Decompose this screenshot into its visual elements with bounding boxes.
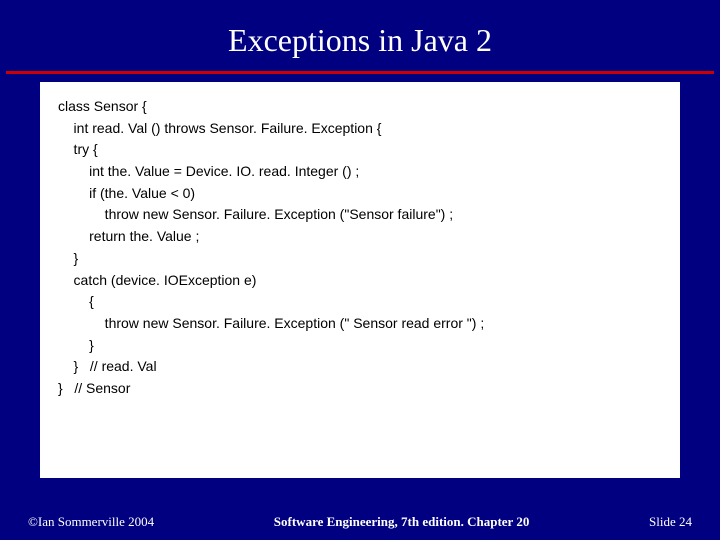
- code-line: int read. Val () throws Sensor. Failure.…: [58, 118, 662, 140]
- code-line: int the. Value = Device. IO. read. Integ…: [58, 161, 662, 183]
- title-rule: [6, 71, 714, 74]
- code-line: } // read. Val: [58, 356, 662, 378]
- slide: Exceptions in Java 2 class Sensor { int …: [0, 0, 720, 540]
- code-line: {: [58, 291, 662, 313]
- code-line: throw new Sensor. Failure. Exception ("S…: [58, 204, 662, 226]
- code-line: } // Sensor: [58, 378, 662, 400]
- footer-book-title: Software Engineering, 7th edition. Chapt…: [154, 514, 649, 530]
- footer-slide-number: Slide 24: [649, 514, 720, 530]
- code-line: class Sensor {: [58, 96, 662, 118]
- slide-footer: ©Ian Sommerville 2004 Software Engineeri…: [0, 514, 720, 530]
- code-line: try {: [58, 139, 662, 161]
- code-line: }: [58, 335, 662, 357]
- code-line: throw new Sensor. Failure. Exception (" …: [58, 313, 662, 335]
- code-line: }: [58, 248, 662, 270]
- code-line: return the. Value ;: [58, 226, 662, 248]
- code-box: class Sensor { int read. Val () throws S…: [40, 82, 680, 478]
- code-line: catch (device. IOException e): [58, 270, 662, 292]
- code-line: if (the. Value < 0): [58, 183, 662, 205]
- footer-copyright: ©Ian Sommerville 2004: [0, 514, 154, 530]
- slide-title: Exceptions in Java 2: [0, 0, 720, 71]
